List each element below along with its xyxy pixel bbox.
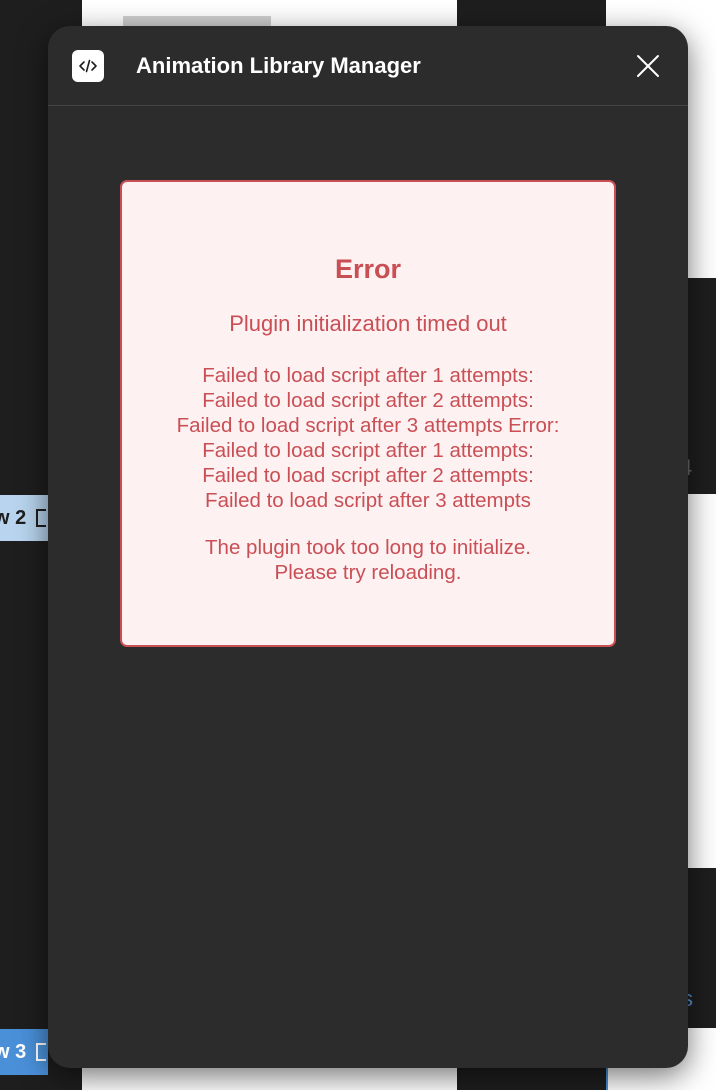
error-details: Failed to load script after 1 attempts: … (122, 363, 614, 513)
error-hint-line: Please try reloading. (274, 561, 462, 584)
error-hint-line: The plugin took too long to initialize. (205, 536, 531, 559)
frame-icon (36, 509, 47, 527)
row-tab-label: w 2 (0, 506, 27, 529)
error-detail-line: Failed to load script after 1 attempts: (202, 439, 534, 462)
error-detail-line: Failed to load script after 2 attempts: (202, 389, 534, 412)
error-subtitle: Plugin initialization timed out (229, 311, 507, 336)
row-tab-3[interactable]: w 3 (0, 1029, 48, 1075)
row-tab-2[interactable]: w 2 (0, 495, 48, 541)
dialog-title: Animation Library Manager (136, 53, 421, 78)
error-detail-line: Failed to load script after 2 attempts: (202, 464, 534, 487)
error-panel: Error Plugin initialization timed out Fa… (120, 180, 616, 647)
error-detail-line: Failed to load script after 3 attempts (205, 489, 531, 512)
error-hint: The plugin took too long to initialize. … (122, 535, 614, 585)
code-icon (72, 50, 104, 82)
close-icon (637, 55, 659, 77)
row-tab-label: w 3 (0, 1040, 27, 1063)
error-detail-line: Failed to load script after 1 attempts: (202, 364, 534, 387)
plugin-dialog: Animation Library Manager Error Plugin i… (48, 26, 688, 1068)
dialog-header: Animation Library Manager (48, 26, 688, 106)
error-heading: Error (334, 254, 402, 284)
frame-icon (36, 1043, 47, 1061)
error-detail-line: Failed to load script after 3 attempts E… (176, 414, 560, 437)
close-button[interactable] (630, 48, 666, 84)
